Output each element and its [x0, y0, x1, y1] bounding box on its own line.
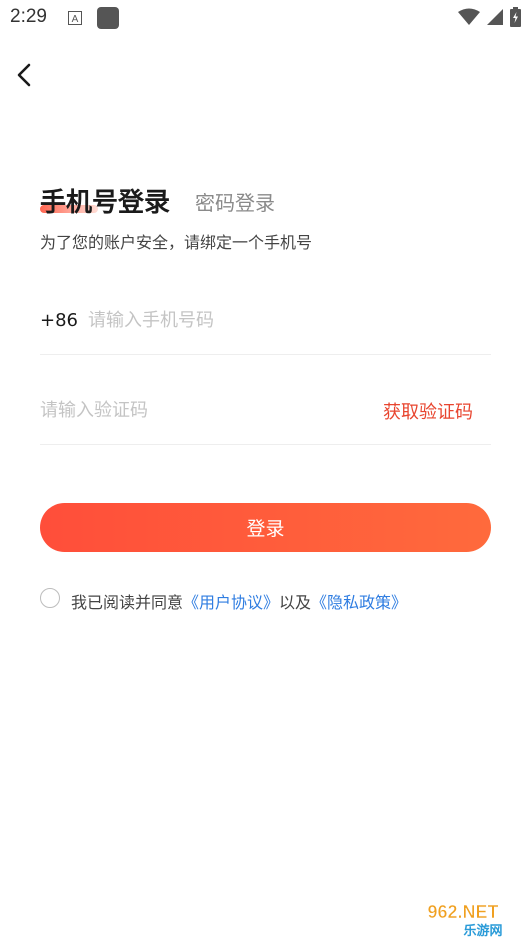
privacy-policy-link[interactable]: 《隐私政策》	[311, 593, 407, 612]
login-button[interactable]: 登录	[40, 503, 491, 552]
watermark-text-bottom: 乐游网	[463, 923, 502, 939]
get-code-button[interactable]: 获取验证码	[383, 398, 473, 424]
site-watermark-logo: 962.NET 乐游网	[401, 899, 525, 939]
back-button[interactable]	[12, 60, 40, 90]
user-agreement-link[interactable]: 《用户协议》	[183, 593, 279, 612]
phone-divider	[40, 354, 491, 355]
agreement-and: 以及	[279, 593, 312, 612]
status-indicators	[458, 7, 521, 27]
code-divider	[40, 444, 491, 445]
battery-icon	[510, 7, 521, 27]
agreement-text: 我已阅读并同意《用户协议》以及《隐私政策》	[71, 589, 407, 613]
tab-phone-login[interactable]: 手机号登录	[40, 182, 170, 219]
agreement-checkbox[interactable]	[40, 588, 60, 608]
bind-phone-hint: 为了您的账户安全，请绑定一个手机号	[40, 233, 313, 252]
a-notification-icon: A	[68, 11, 82, 25]
chevron-left-icon	[17, 63, 31, 87]
a-notification-icon-letter: A	[72, 14, 79, 25]
cellular-signal-icon	[487, 9, 503, 25]
login-button-label: 登录	[246, 518, 285, 540]
verification-code-input[interactable]	[40, 394, 340, 426]
tab-password-login[interactable]: 密码登录	[195, 187, 275, 216]
phone-input[interactable]	[88, 304, 488, 336]
status-time: 2:29	[10, 6, 47, 27]
wifi-icon	[458, 8, 480, 25]
country-code[interactable]: +86	[40, 310, 78, 331]
agreement-prefix: 我已阅读并同意	[71, 593, 184, 612]
app-notification-icon	[97, 7, 119, 29]
watermark-text-top: 962.NET	[427, 902, 498, 922]
